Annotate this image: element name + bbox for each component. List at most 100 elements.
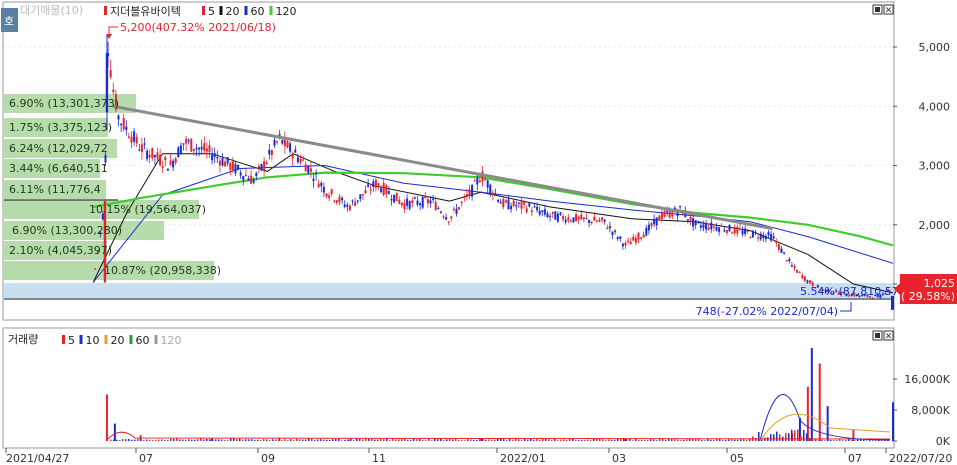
candle-body	[364, 190, 367, 194]
volume-bar	[416, 439, 418, 441]
candle-body	[330, 189, 333, 195]
volume-bar	[464, 440, 466, 441]
candle-body	[595, 220, 598, 222]
volume-bar	[305, 439, 307, 441]
candle-body	[593, 216, 596, 221]
candle-body	[273, 139, 276, 146]
candle-body	[317, 183, 320, 188]
volume-legend-label: 120	[161, 334, 182, 347]
volume-bar	[434, 438, 436, 441]
supply-zone-label: 10.87% (20,958,338)	[104, 264, 221, 277]
candle-body	[504, 200, 507, 203]
candle-body	[120, 123, 123, 126]
volume-bar	[695, 439, 697, 441]
candle-body	[125, 126, 128, 130]
candle-body	[569, 220, 572, 222]
candle-body	[608, 226, 611, 229]
volume-bar	[152, 440, 154, 441]
volume-bar	[512, 439, 514, 441]
price-tick-label: 2,000	[919, 219, 951, 232]
candle-body	[515, 205, 518, 207]
volume-bar	[242, 439, 244, 441]
candle-body	[369, 189, 372, 191]
candle-body	[803, 276, 806, 281]
candle-body	[772, 236, 775, 239]
candle-body	[601, 217, 604, 221]
volume-bar	[737, 439, 739, 441]
volume-bar	[422, 440, 424, 441]
candle-body	[346, 204, 349, 207]
volume-bar	[386, 438, 388, 441]
legend-ma-marker	[202, 6, 205, 15]
candle-body	[663, 211, 666, 217]
candle-body	[255, 172, 258, 177]
volume-legend-label: 5	[68, 334, 75, 347]
volume-bar	[203, 439, 205, 441]
volume-bar	[155, 440, 157, 441]
volume-bar	[770, 434, 772, 441]
volume-bar	[617, 439, 619, 441]
candle-body	[647, 224, 650, 231]
candle-body	[679, 205, 682, 208]
date-tick-label: 11	[372, 452, 386, 465]
candle-body	[632, 236, 635, 241]
volume-bar	[815, 439, 817, 441]
candle-body	[751, 230, 754, 238]
candle-body	[218, 160, 221, 166]
date-tick-label: 07	[848, 452, 862, 465]
volume-bar	[179, 439, 181, 441]
volume-bar	[563, 439, 565, 441]
supply-zone-label: 6.24% (12,029,72	[9, 142, 108, 155]
volume-bar	[341, 440, 343, 441]
candle-body	[192, 149, 195, 151]
volume-bar	[428, 438, 430, 441]
volume-bar	[461, 440, 463, 441]
candle-body	[208, 145, 211, 152]
volume-bar	[491, 439, 493, 441]
volume-bar	[671, 439, 673, 441]
volume-bar	[826, 406, 829, 441]
candle-body	[798, 271, 801, 273]
volume-bar	[734, 439, 736, 441]
candle-body	[697, 221, 700, 223]
volume-legend-title: 거래량	[8, 333, 38, 346]
candle-body	[377, 183, 380, 187]
candle-body	[642, 234, 645, 238]
candle-body	[575, 214, 578, 222]
candle-body	[351, 200, 354, 202]
volume-bar	[572, 438, 574, 441]
volume-bar	[863, 439, 865, 441]
volume-bar	[611, 439, 613, 441]
candle-body	[764, 235, 767, 240]
candle-body	[437, 207, 440, 210]
volume-bar	[257, 439, 259, 441]
candle-body	[754, 231, 757, 234]
candle-body	[138, 149, 141, 151]
candle-body	[572, 217, 575, 223]
volume-bar	[230, 438, 232, 441]
candle-body	[380, 188, 383, 193]
volume-bar	[170, 438, 172, 441]
candle-body	[671, 211, 674, 217]
candle-body	[281, 140, 284, 144]
candle-body	[320, 182, 323, 187]
volume-bar	[845, 440, 847, 441]
candle-body	[200, 146, 203, 150]
date-axis: 2021/04/27 07 09 11 2022/01 03 05 07 2022/07/20	[5, 448, 952, 465]
candle-body	[335, 200, 338, 203]
candle-body	[512, 200, 515, 207]
volume-bar	[296, 438, 298, 441]
candle-body	[627, 240, 630, 242]
volume-tick-label: 16,000K	[904, 373, 950, 386]
candle-body	[668, 210, 671, 218]
candle-body	[304, 164, 307, 172]
candle-body	[536, 206, 539, 211]
volume-bar	[590, 440, 592, 441]
candle-body	[616, 237, 619, 240]
volume-bar	[392, 438, 394, 441]
volume-bar	[779, 434, 781, 441]
candle-body	[731, 232, 734, 234]
candle-body	[434, 201, 437, 211]
volume-bar	[683, 439, 685, 441]
candle-body	[689, 216, 692, 223]
